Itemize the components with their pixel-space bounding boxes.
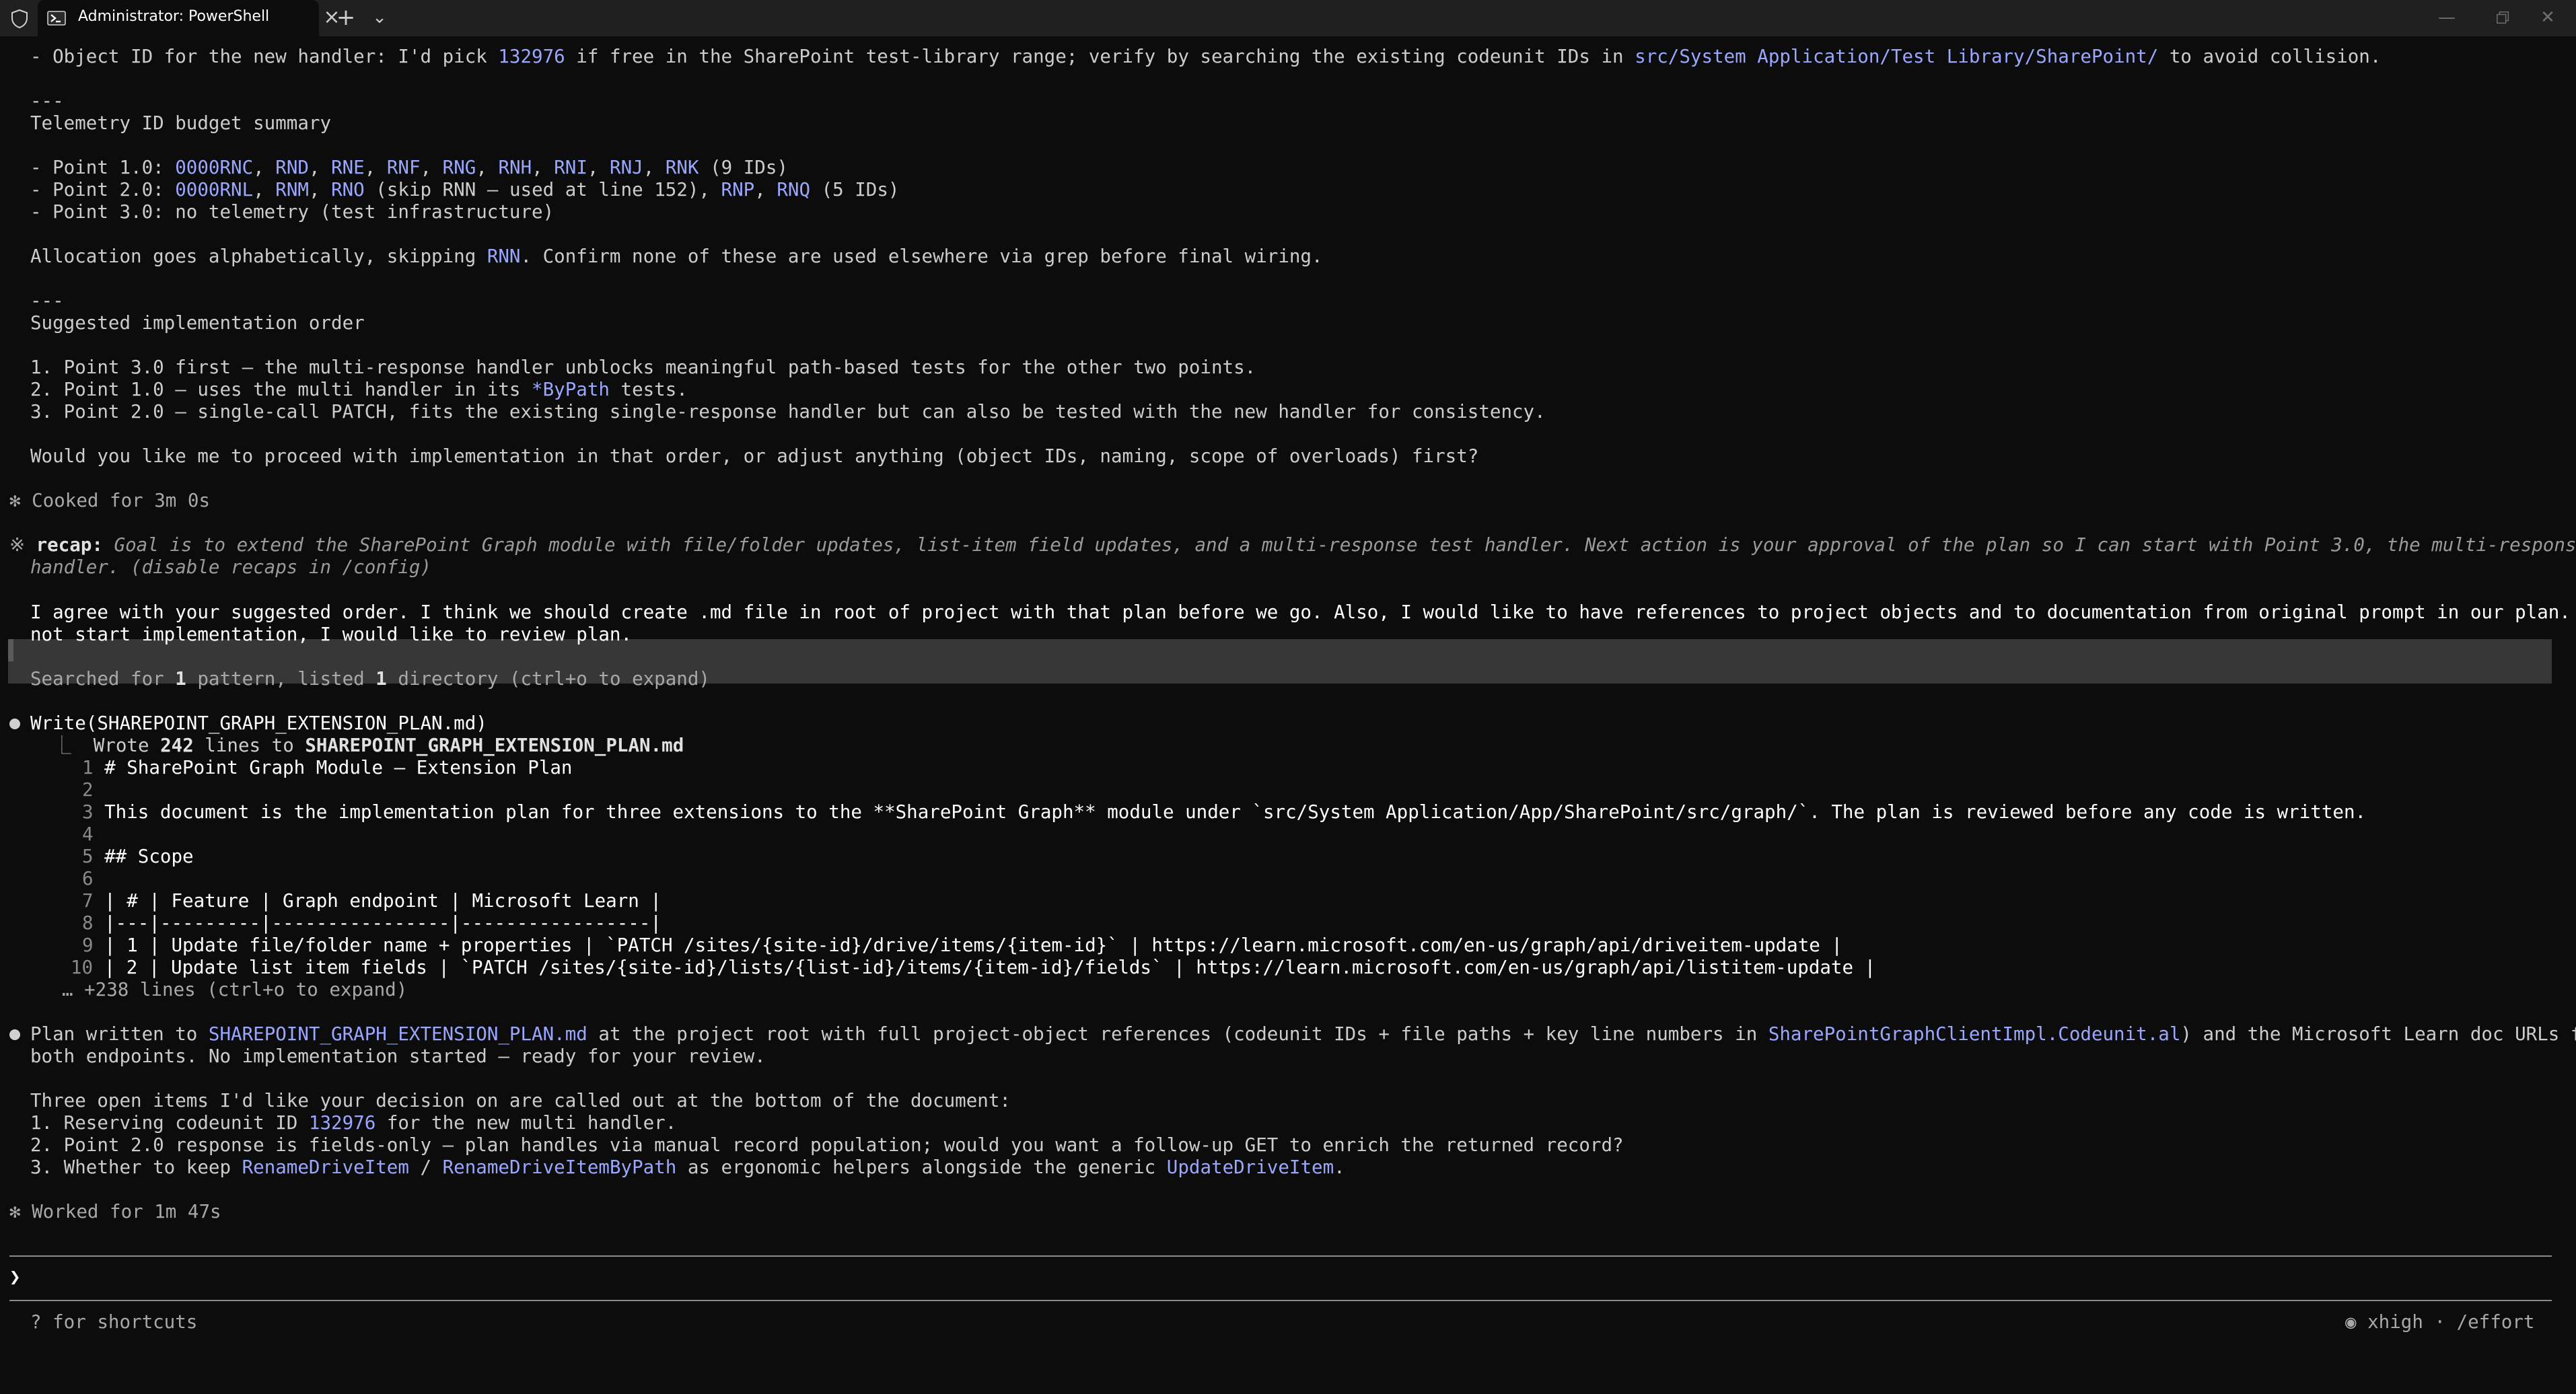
- tool-call-line: Write(SHAREPOINT_GRAPH_EXTENSION_PLAN.md…: [30, 712, 487, 734]
- file-preview-line: 3 This document is the implementation pl…: [82, 801, 2367, 823]
- file-preview-line: 2: [82, 779, 94, 801]
- terminal-line: Allocation goes alphabetically, skipping…: [30, 246, 1323, 267]
- terminal-line: both endpoints. No implementation starte…: [30, 1046, 766, 1067]
- terminal-line: - Object ID for the new handler: I'd pic…: [30, 46, 2382, 67]
- status-line: ✻ Cooked for 3m 0s: [9, 490, 211, 511]
- prompt-top-border: [9, 1255, 2552, 1257]
- terminal-line: - Point 2.0: 0000RNL, RNM, RNO (skip RNN…: [30, 179, 900, 200]
- tab-title: Administrator: PowerShell: [78, 8, 270, 25]
- terminal-line: Would you like me to proceed with implem…: [30, 445, 1479, 467]
- file-preview-line: 9 | 1 | Update file/folder name + proper…: [82, 934, 1842, 956]
- terminal-line: Plan written to SHAREPOINT_GRAPH_EXTENSI…: [30, 1023, 2576, 1045]
- section-heading: Telemetry ID budget summary: [30, 112, 332, 134]
- terminal-output[interactable]: - Object ID for the new handler: I'd pic…: [0, 38, 2576, 1394]
- recap-line: handler. (disable recaps in /config): [30, 556, 432, 578]
- powershell-icon: [47, 11, 66, 26]
- terminal-line: - Point 1.0: 0000RNC, RND, RNE, RNF, RNG…: [30, 157, 788, 178]
- asterisk-icon: ✻: [9, 1201, 21, 1222]
- file-preview-line: 8 |---|---------|----------------|------…: [82, 912, 661, 934]
- prompt-bottom-border: [9, 1300, 2552, 1301]
- title-bar: Administrator: PowerShell × + ⌄ — ✕: [0, 0, 2576, 36]
- terminal-divider: ---: [30, 290, 64, 311]
- new-tab-button[interactable]: +: [332, 4, 359, 31]
- tool-call-bullet-icon: [9, 719, 20, 729]
- file-preview-line: 1 # SharePoint Graph Module — Extension …: [82, 757, 573, 778]
- user-message-marker: [8, 639, 13, 661]
- terminal-line: 1. Reserving codeunit ID 132976 for the …: [30, 1112, 677, 1134]
- terminal-line: 2. Point 2.0 response is fields-only — p…: [30, 1134, 1624, 1156]
- prompt-input[interactable]: [34, 1266, 2524, 1288]
- file-preview-line: 10 | 2 | Update list item fields | `PATC…: [71, 957, 1876, 978]
- terminal-line: 2. Point 1.0 — uses the multi handler in…: [30, 379, 688, 400]
- expand-hint[interactable]: … +238 lines (ctrl+o to expand): [62, 979, 407, 1001]
- terminal-line: 3. Whether to keep RenameDriveItem / Ren…: [30, 1157, 1345, 1178]
- prompt-chevron-icon: ❯: [9, 1266, 21, 1288]
- recap-line: ※ recap: Goal is to extend the SharePoin…: [9, 534, 2576, 556]
- file-preview-line: 4: [82, 823, 94, 845]
- terminal-line: 3. Point 2.0 — single-call PATCH, fits t…: [30, 401, 1546, 423]
- status-line: ✻ Worked for 1m 47s: [9, 1201, 221, 1222]
- file-preview-line: 7 | # | Feature | Graph endpoint | Micro…: [82, 890, 661, 912]
- terminal-line: Three open items I'd like your decision …: [30, 1090, 1011, 1111]
- shortcuts-hint: ? for shortcuts: [30, 1311, 198, 1333]
- tab-dropdown-chevron-down-icon[interactable]: ⌄: [367, 4, 392, 31]
- search-summary-line: Searched for 1 pattern, listed 1 directo…: [30, 668, 710, 690]
- minimize-icon[interactable]: —: [2419, 0, 2475, 36]
- effort-indicator[interactable]: ◉ xhigh · /effort: [2345, 1311, 2534, 1333]
- reference-mark-icon: ※: [9, 534, 26, 556]
- response-bullet-icon: [9, 1029, 20, 1040]
- user-message-line: not start implementation, I would like t…: [30, 624, 633, 645]
- user-message-line: I agree with your suggested order. I thi…: [30, 601, 2576, 623]
- file-preview-line: 6: [82, 868, 94, 889]
- shield-icon: [11, 9, 28, 29]
- terminal-divider: ---: [30, 90, 64, 112]
- tool-result-line: ⎿ Wrote 242 lines to SHAREPOINT_GRAPH_EX…: [30, 735, 684, 756]
- asterisk-icon: ✻: [9, 490, 21, 511]
- section-heading: Suggested implementation order: [30, 312, 365, 334]
- terminal-line: 1. Point 3.0 first — the multi-response …: [30, 357, 1256, 378]
- tab-powershell[interactable]: Administrator: PowerShell ×: [38, 0, 341, 36]
- file-preview-line: 5 ## Scope: [82, 846, 194, 867]
- terminal-line: - Point 3.0: no telemetry (test infrastr…: [30, 201, 554, 223]
- close-window-icon[interactable]: ✕: [2519, 0, 2576, 36]
